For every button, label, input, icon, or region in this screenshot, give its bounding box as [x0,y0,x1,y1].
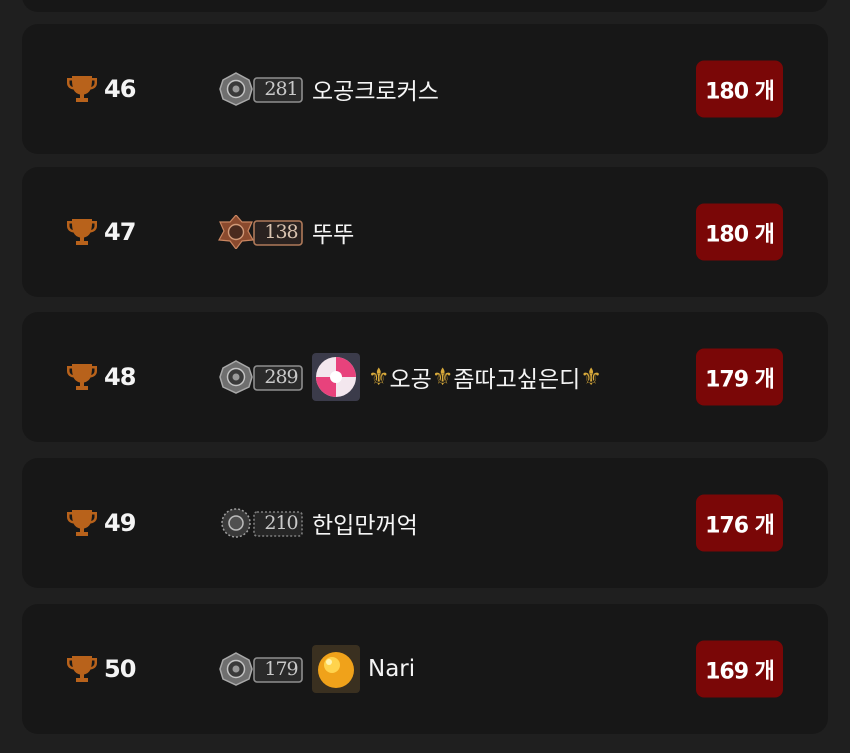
level-badge: 289 [218,360,304,394]
nickname-part: 오공 [389,367,432,393]
ranking-row[interactable]: 50 179 Nari 169 개 [22,604,828,734]
level-badge: 179 [218,652,304,686]
trophy-icon [66,362,98,392]
user-identity: 138 뚜뚜 [218,215,354,249]
avatar-orange-icon [312,645,360,693]
user-identity: 179 Nari [218,645,415,693]
user-identity: 281 오공크로커스 [218,72,439,106]
fleur-de-lis-icon: ⚜ [431,363,454,391]
count-badge: 179 개 [696,348,783,406]
rank-cell: 47 [66,217,136,247]
level-number: 210 [264,512,298,534]
rank-number: 50 [104,655,136,683]
level-badge: 138 [218,215,304,249]
level-number: 179 [264,658,298,680]
level-badge: 210 [218,506,304,540]
fleur-de-lis-icon: ⚜ [368,363,390,391]
ranking-row[interactable]: 48 289 ⚜ 오공 ⚜ 좀따고싶은디 ⚜ 179 개 [22,312,828,442]
ranking-row[interactable]: 47 138 뚜뚜 180 개 [22,167,828,297]
previous-ranking-card [22,0,828,12]
rank-cell: 46 [66,74,136,104]
count-badge: 176 개 [696,494,783,552]
rank-cell: 48 [66,362,136,392]
nickname-part: 좀따고싶은디 [453,367,581,393]
ranking-row[interactable]: 49 210 한입만꺼억 176 개 [22,458,828,588]
rank-number: 49 [104,509,136,537]
avatar-candy-icon [312,353,360,401]
level-number: 281 [264,78,298,100]
trophy-icon [66,508,98,538]
trophy-icon [66,654,98,684]
ranking-row[interactable]: 46 281 오공크로커스 180 개 [22,24,828,154]
nickname[interactable]: 오공크로커스 [312,72,439,106]
user-identity: 289 ⚜ 오공 ⚜ 좀따고싶은디 ⚜ [218,353,602,401]
count-badge: 169 개 [696,640,783,698]
nickname[interactable]: ⚜ 오공 ⚜ 좀따고싶은디 ⚜ [368,360,602,394]
user-identity: 210 한입만꺼억 [218,506,418,540]
nickname[interactable]: 뚜뚜 [312,215,354,249]
rank-cell: 50 [66,654,136,684]
level-number: 289 [264,366,298,388]
level-number: 138 [264,221,298,243]
nickname[interactable]: 한입만꺼억 [312,506,418,540]
fleur-de-lis-icon: ⚜ [580,363,602,391]
rank-cell: 49 [66,508,136,538]
rank-number: 47 [104,218,136,246]
trophy-icon [66,217,98,247]
rank-number: 46 [104,75,136,103]
nickname[interactable]: Nari [368,656,415,682]
level-badge: 281 [218,72,304,106]
count-badge: 180 개 [696,60,783,118]
count-badge: 180 개 [696,203,783,261]
rank-number: 48 [104,363,136,391]
ranking-list: 46 281 오공크로커스 180 개 47 138 뚜뚜 180 개 48 2… [0,0,850,753]
trophy-icon [66,74,98,104]
